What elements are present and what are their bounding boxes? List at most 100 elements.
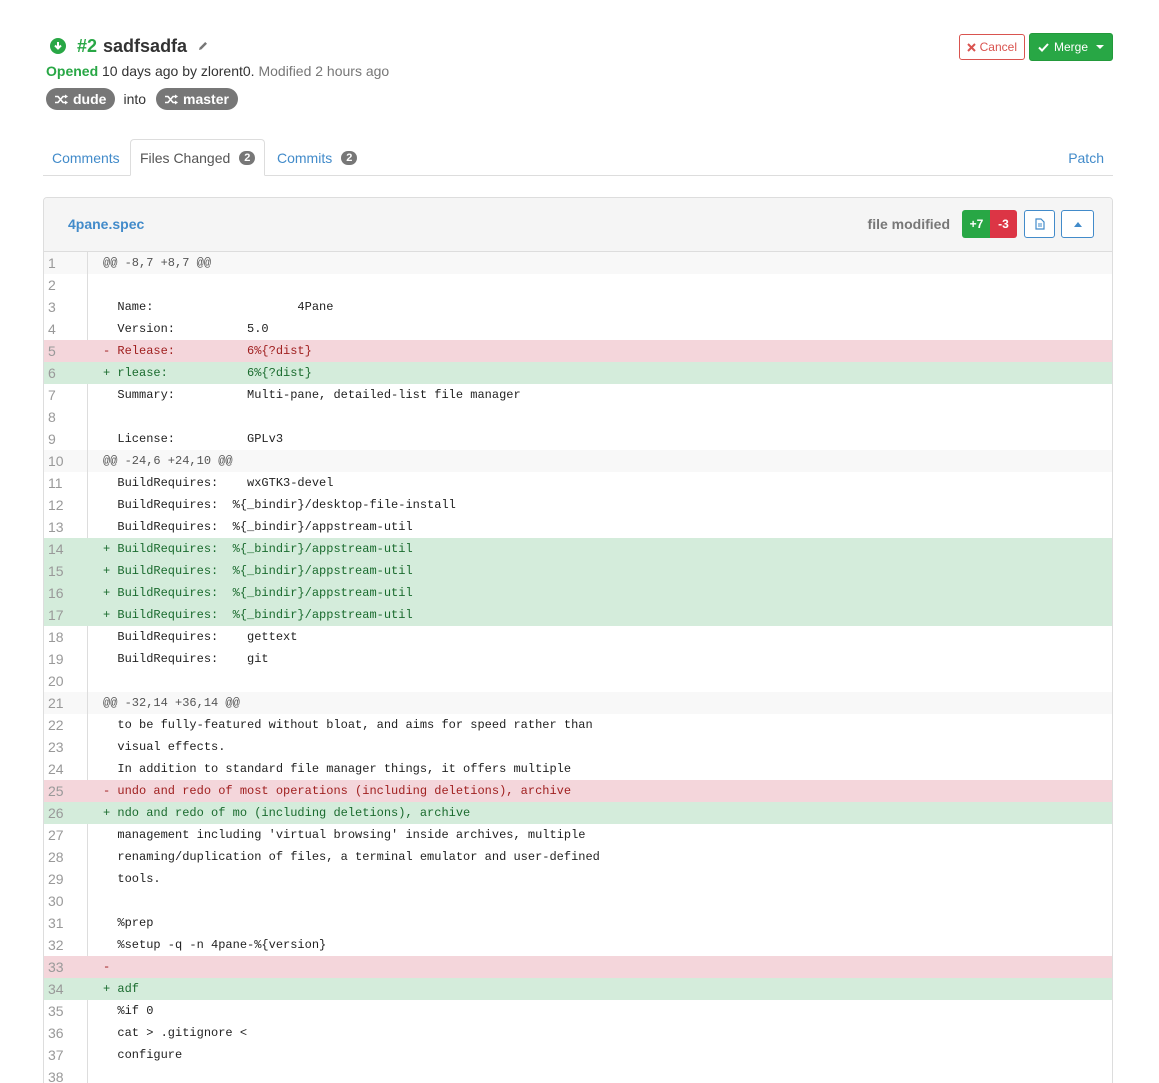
line-number[interactable]: 25 [44, 780, 88, 802]
line-code: BuildRequires: git [103, 652, 269, 666]
line-code: @@ -32,14 +36,14 @@ [103, 696, 240, 710]
diff-line: 34 + adf [44, 978, 1112, 1000]
line-code: Name: 4Pane [103, 300, 334, 314]
line-code: @@ -24,6 +24,10 @@ [103, 454, 233, 468]
line-code: - [103, 960, 111, 974]
tab-files-changed[interactable]: Files Changed 2 [130, 139, 266, 176]
line-code: In addition to standard file manager thi… [103, 762, 572, 776]
line-code: %if 0 [103, 1004, 154, 1018]
diff-line: 31 %prep [44, 912, 1112, 934]
file-header: 4pane.spec file modified +7 -3 [44, 198, 1112, 252]
diff-line: 1 @@ -8,7 +8,7 @@ [44, 252, 1112, 274]
line-number[interactable]: 18 [44, 626, 88, 648]
tab-commits[interactable]: Commits 2 [268, 139, 366, 176]
additions-badge: +7 [962, 210, 991, 238]
diff-line: 25 - undo and redo of most operations (in… [44, 780, 1112, 802]
tab-comments[interactable]: Comments [43, 139, 129, 176]
tab-commits-label: Commits [277, 149, 333, 166]
line-number[interactable]: 24 [44, 758, 88, 780]
tab-files-changed-label: Files Changed [140, 149, 231, 166]
diff-line: 6 + rlease: 6%{?dist} [44, 362, 1112, 384]
line-code: BuildRequires: gettext [103, 630, 298, 644]
line-number[interactable]: 26 [44, 802, 88, 824]
caret-up-icon [1073, 221, 1082, 227]
file-name-link[interactable]: 4pane.spec [68, 216, 144, 232]
line-number[interactable]: 14 [44, 538, 88, 560]
line-number[interactable]: 15 [44, 560, 88, 582]
line-number[interactable]: 37 [44, 1044, 88, 1066]
cancel-button[interactable]: Cancel [958, 34, 1025, 60]
pr-header: #2 sadfsadfa Opened 10 days ago by zlore… [46, 33, 1113, 110]
diff-line: 16 + BuildRequires: %{_bindir}/appstream-… [44, 582, 1112, 604]
target-branch[interactable]: master [156, 88, 238, 110]
line-number[interactable]: 34 [44, 978, 88, 1000]
source-branch-label: dude [73, 91, 107, 107]
line-number[interactable]: 7 [44, 384, 88, 406]
chevron-down-icon [1096, 45, 1104, 49]
line-code: renaming/duplication of files, a termina… [103, 850, 600, 864]
file-icon [1034, 218, 1045, 230]
collapse-button[interactable] [1061, 210, 1094, 238]
file-diff-panel: 4pane.spec file modified +7 -3 1 @@ -8,7 … [43, 197, 1113, 1083]
diff-line: 36 cat > .gitignore < [44, 1022, 1112, 1044]
merge-button[interactable]: Merge [1028, 33, 1113, 61]
line-number[interactable]: 6 [44, 362, 88, 384]
line-number[interactable]: 5 [44, 340, 88, 362]
line-code: management including 'virtual browsing' … [103, 828, 586, 842]
line-number[interactable]: 23 [44, 736, 88, 758]
line-number[interactable]: 27 [44, 824, 88, 846]
line-number[interactable]: 21 [44, 692, 88, 714]
line-number[interactable]: 38 [44, 1066, 88, 1083]
pr-title-row: #2 sadfsadfa [46, 34, 1113, 58]
opened-text: 10 days ago by zlorent0. [102, 63, 255, 79]
tab-patch[interactable]: Patch [1059, 139, 1113, 176]
line-number[interactable]: 12 [44, 494, 88, 516]
line-number[interactable]: 17 [44, 604, 88, 626]
line-code: + rlease: 6%{?dist} [103, 366, 312, 380]
line-code: cat > .gitignore < [103, 1026, 248, 1040]
diff-line: 10 @@ -24,6 +24,10 @@ [44, 450, 1112, 472]
line-number[interactable]: 1 [44, 252, 88, 274]
line-number[interactable]: 36 [44, 1022, 88, 1044]
line-number[interactable]: 2 [44, 274, 88, 296]
file-status: file modified [867, 216, 950, 232]
line-number[interactable]: 31 [44, 912, 88, 934]
cancel-label: Cancel [979, 40, 1017, 54]
line-number[interactable]: 4 [44, 318, 88, 340]
pencil-icon[interactable] [197, 40, 209, 52]
line-number[interactable]: 19 [44, 648, 88, 670]
source-branch[interactable]: dude [46, 88, 116, 110]
line-code: + BuildRequires: %{_bindir}/appstream-ut… [103, 586, 413, 600]
line-number[interactable]: 29 [44, 868, 88, 890]
diff-body: 1 @@ -8,7 +8,7 @@ 2 3 Name: 4Pane 4 Version:… [44, 252, 1112, 1083]
line-number[interactable]: 30 [44, 890, 88, 912]
line-number[interactable]: 32 [44, 934, 88, 956]
pr-meta: Opened 10 days ago by zlorent0. Modified… [46, 60, 1113, 82]
status-badge: Opened [46, 63, 99, 79]
line-number[interactable]: 11 [44, 472, 88, 494]
view-file-button[interactable] [1024, 210, 1055, 238]
line-number[interactable]: 22 [44, 714, 88, 736]
line-number[interactable]: 3 [44, 296, 88, 318]
line-number[interactable]: 16 [44, 582, 88, 604]
diff-line: 8 [44, 406, 1112, 428]
pr-tabs: Comments Files Changed 2 Commits 2 Patch [43, 139, 1113, 176]
line-code: License: GPLv3 [103, 432, 284, 446]
line-number[interactable]: 10 [44, 450, 88, 472]
line-number[interactable]: 35 [44, 1000, 88, 1022]
line-number[interactable]: 33 [44, 956, 88, 978]
line-number[interactable]: 13 [44, 516, 88, 538]
line-number[interactable]: 9 [44, 428, 88, 450]
line-number[interactable]: 20 [44, 670, 88, 692]
shuffle-icon [165, 94, 179, 104]
line-number[interactable]: 28 [44, 846, 88, 868]
line-code: visual effects. [103, 740, 226, 754]
diff-line: 28 renaming/duplication of files, a term… [44, 846, 1112, 868]
diff-line: 38 [44, 1066, 1112, 1083]
line-number[interactable]: 8 [44, 406, 88, 428]
close-icon [966, 42, 976, 52]
diff-line: 7 Summary: Multi-pane, detailed-list fil… [44, 384, 1112, 406]
